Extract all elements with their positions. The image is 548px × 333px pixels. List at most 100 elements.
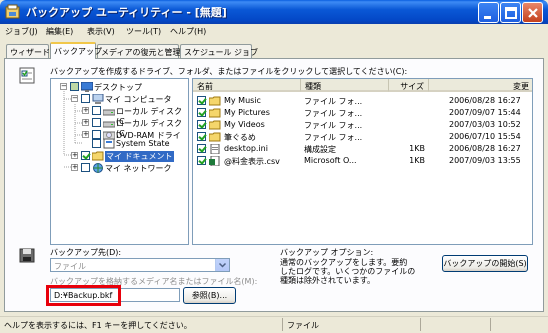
checkbox-desktop[interactable] (70, 82, 79, 91)
browse-button[interactable]: 参照(B)... (183, 287, 236, 304)
file-type: ファイル フォ... (304, 97, 363, 106)
options-text-3: 種類は除外されています。 (280, 276, 375, 285)
menu-tools[interactable]: ツール(T) (126, 26, 161, 37)
dropdown-arrow-icon[interactable] (215, 259, 229, 271)
row-checkbox[interactable] (197, 96, 206, 105)
expander-desktop[interactable]: − (60, 83, 67, 90)
checkbox-system-state[interactable] (92, 139, 101, 148)
checkbox-local-disk-1[interactable] (92, 106, 101, 115)
folder-icon (92, 151, 104, 161)
start-backup-button[interactable]: バックアップの開始(S) (442, 255, 528, 272)
table-row[interactable]: My Music ファイル フォ... 2006/08/28 16:27 (193, 95, 532, 107)
row-checkbox[interactable] (197, 132, 206, 141)
column-header-size[interactable]: サイズ (389, 79, 429, 92)
table-row[interactable]: 筆ぐるめ ファイル フォ... 2006/07/10 15:54 (193, 131, 532, 143)
file-name: 筆ぐるめ (224, 133, 256, 142)
music-folder-icon (209, 96, 221, 106)
menu-view[interactable]: 表示(V) (87, 26, 115, 37)
file-type: ファイル フォ... (304, 121, 363, 130)
maximize-icon (505, 7, 517, 19)
table-row[interactable]: My Videos ファイル フォ... 2007/03/03 10:52 (193, 119, 532, 131)
file-name: My Videos (224, 120, 265, 129)
checkbox-my-computer[interactable] (81, 94, 90, 103)
pictures-folder-icon (209, 108, 221, 118)
tab-backup[interactable]: バックアップ (50, 42, 102, 59)
close-icon (528, 8, 538, 18)
file-type: Microsoft O... (304, 156, 357, 165)
minimize-button[interactable] (478, 2, 499, 23)
tree-label[interactable]: デスクトップ (94, 82, 142, 93)
minimize-icon (484, 16, 491, 19)
file-name: @料金表示.csv (224, 157, 280, 166)
column-header-modified[interactable]: 変更 (429, 79, 532, 92)
tree-label-selected[interactable]: マイ ドキュメント (105, 151, 174, 162)
row-checkbox[interactable] (197, 156, 206, 165)
close-button[interactable] (522, 2, 543, 23)
expander-my-computer[interactable]: − (71, 95, 78, 102)
file-name: My Pictures (224, 108, 270, 117)
table-row[interactable]: @料金表示.csv Microsoft O... 1KB 2007/09/03 … (193, 155, 532, 167)
column-header-type[interactable]: 種類 (301, 79, 389, 92)
status-separator (420, 318, 421, 331)
expander-my-documents[interactable]: + (71, 152, 78, 159)
checkbox-my-network[interactable] (81, 163, 90, 172)
status-separator (490, 318, 491, 331)
videos-folder-icon (209, 120, 221, 130)
file-size: 1KB (409, 156, 425, 165)
checkbox-my-documents[interactable] (81, 151, 90, 160)
column-header-name[interactable]: 名前 (193, 79, 301, 92)
row-checkbox[interactable] (197, 120, 206, 129)
checkbox-local-disk-2[interactable] (92, 118, 101, 127)
maximize-button[interactable] (500, 2, 521, 23)
tab-restore[interactable]: メディアの復元と管理 (97, 44, 180, 58)
destination-select[interactable]: ファイル (50, 258, 230, 272)
tree-label[interactable]: マイ ネットワーク (105, 163, 172, 174)
file-type: ファイル フォ... (304, 109, 363, 118)
system-state-icon (103, 139, 115, 149)
file-name: My Music (224, 96, 261, 105)
ini-file-icon (210, 144, 220, 154)
row-checkbox[interactable] (197, 108, 206, 117)
table-row[interactable]: My Pictures ファイル フォ... 2007/09/07 15:44 (193, 107, 532, 119)
table-row[interactable]: desktop.ini 構成設定 1KB 2006/08/28 16:27 (193, 143, 532, 155)
desktop-icon (81, 82, 93, 92)
folder-tree[interactable]: − デスクトップ − マイ コンピュータ + ローカル ディスク (C + ロー… (50, 78, 189, 245)
hard-disk-icon (103, 109, 115, 116)
expander-local-disk-2[interactable]: + (82, 119, 89, 126)
menu-job[interactable]: ジョブ(J) (5, 26, 38, 37)
window-title: バックアップ ユーティリティー - [無題] (26, 6, 227, 19)
status-separator (282, 318, 283, 331)
file-size: 1KB (409, 144, 425, 153)
file-modified: 2006/08/28 16:27 (449, 96, 521, 105)
file-name: desktop.ini (224, 144, 268, 153)
file-modified: 2006/08/28 16:27 (449, 144, 521, 153)
status-mode-text: ファイル (287, 321, 319, 330)
menu-edit[interactable]: 編集(E) (46, 26, 73, 37)
tree-label[interactable]: マイ コンピュータ (105, 94, 172, 105)
expander-dvd[interactable]: + (82, 131, 89, 138)
highlight-box (46, 285, 121, 306)
menu-bar: ジョブ(J) 編集(E) 表示(V) ツール(T) ヘルプ(H) (0, 24, 548, 40)
status-bar: ヘルプを表示するには、F1 キーを押してください。 ファイル (0, 316, 548, 333)
file-modified: 2006/07/10 15:54 (449, 132, 521, 141)
destination-label: バックアップ先(D): (50, 248, 122, 257)
chevron-down-icon (218, 262, 227, 268)
file-list[interactable]: 名前 種類 サイズ 変更 My Music ファイル フォ... 2006/08… (192, 78, 533, 245)
expander-local-disk-1[interactable]: + (82, 107, 89, 114)
tab-wizard[interactable]: ウィザード (6, 44, 50, 58)
file-type: 構成設定 (304, 145, 336, 154)
excel-file-icon (209, 156, 220, 166)
destination-value: ファイル (54, 262, 86, 271)
checkbox-dvd[interactable] (92, 130, 101, 139)
backup-selection-icon (19, 67, 35, 84)
menu-help[interactable]: ヘルプ(H) (170, 26, 206, 37)
status-help-text: ヘルプを表示するには、F1 キーを押してください。 (4, 321, 192, 330)
title-bar[interactable]: バックアップ ユーティリティー - [無題] (0, 0, 548, 24)
backup-app-icon (5, 4, 20, 19)
file-modified: 2007/03/03 10:52 (449, 120, 521, 129)
row-checkbox[interactable] (197, 144, 206, 153)
tab-schedule[interactable]: スケジュール ジョブ (180, 44, 258, 58)
tree-label[interactable]: System State (116, 139, 170, 148)
folder-icon (209, 132, 221, 142)
expander-my-network[interactable]: + (71, 164, 78, 171)
